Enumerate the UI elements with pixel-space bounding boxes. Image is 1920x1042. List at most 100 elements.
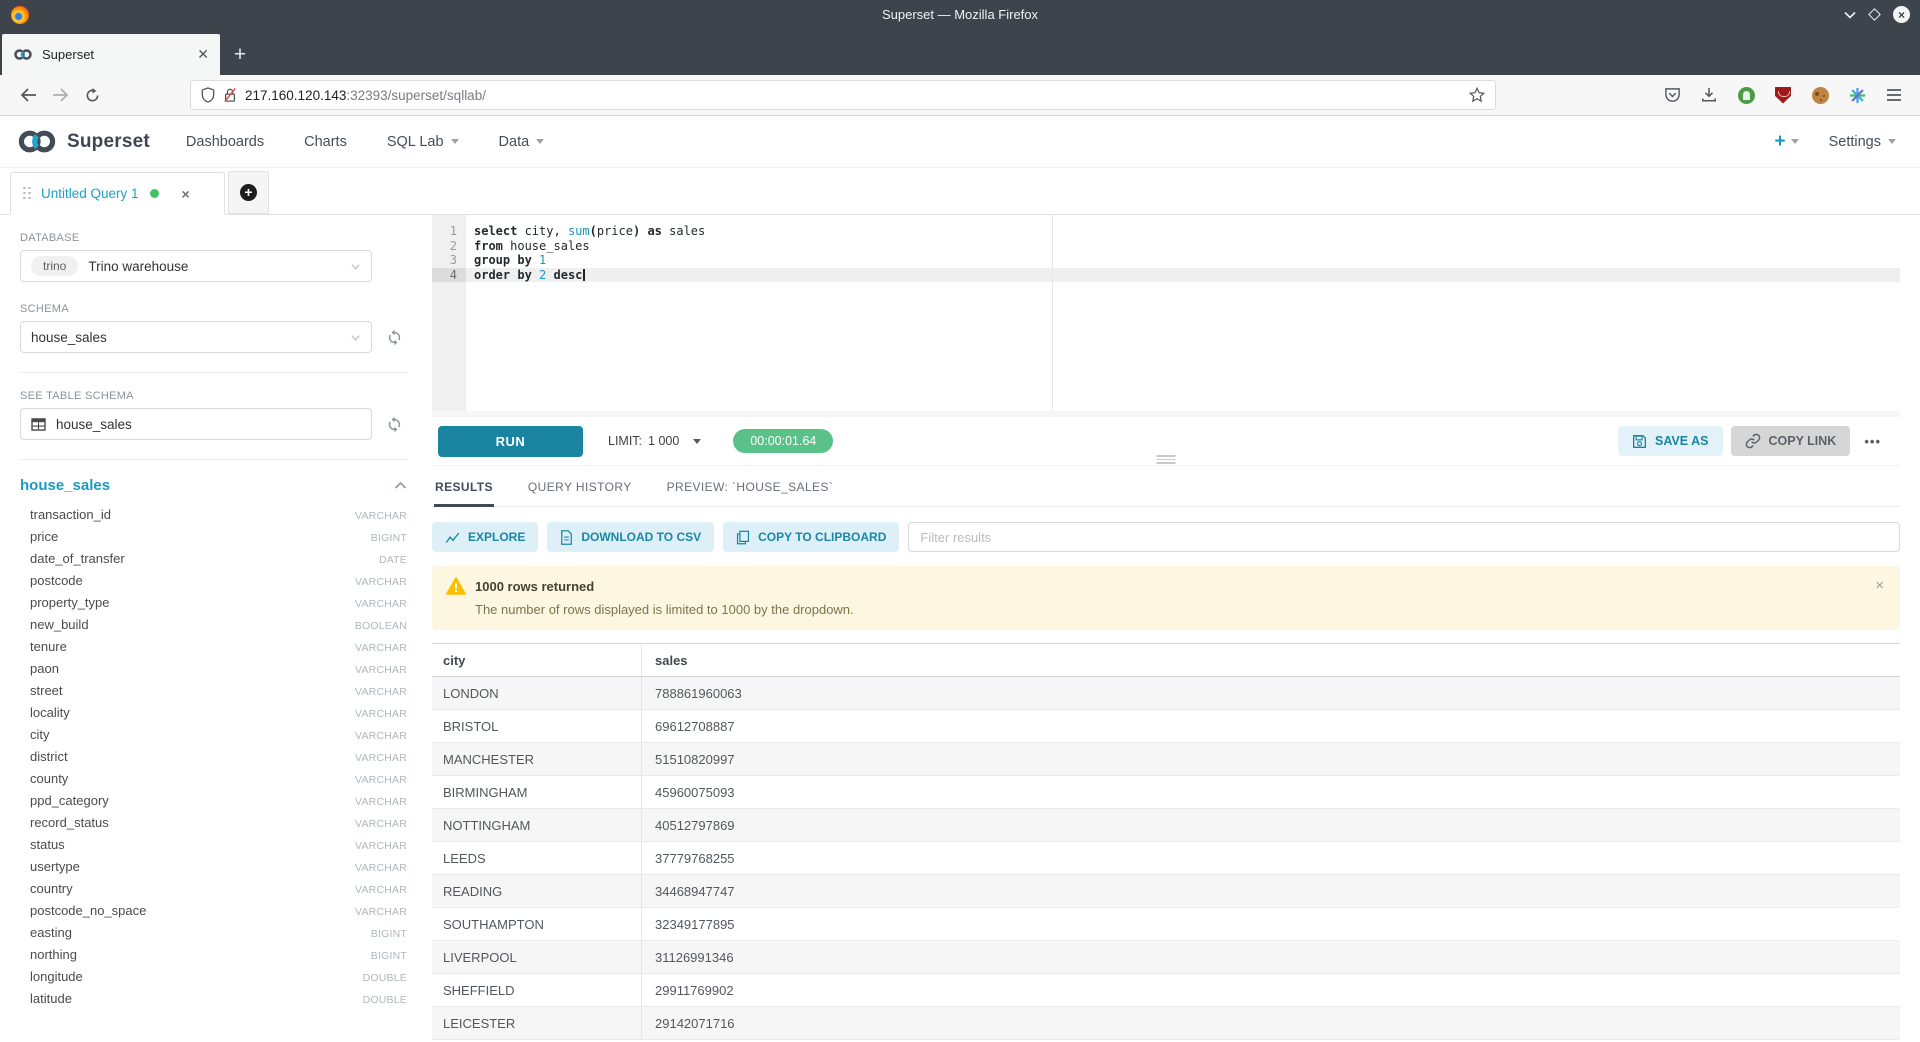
filter-results-input[interactable] <box>908 522 1900 552</box>
table-row[interactable]: READING34468947747 <box>432 875 1900 908</box>
column-type: VARCHAR <box>355 730 407 742</box>
table-row[interactable]: NOTTINGHAM40512797869 <box>432 809 1900 842</box>
column-type: VARCHAR <box>355 576 407 588</box>
downloads-icon[interactable] <box>1699 85 1719 105</box>
editor-code[interactable]: select city, sum(price) as salesfrom hou… <box>466 215 1900 411</box>
table-row[interactable]: SOUTHAMPTON32349177895 <box>432 908 1900 941</box>
nav-item-sql-lab[interactable]: SQL Lab <box>387 134 459 150</box>
table-row[interactable]: LEICESTER29142071716 <box>432 1007 1900 1040</box>
refresh-schema-icon[interactable] <box>386 329 403 346</box>
url-host: 217.160.120.143 <box>245 88 346 103</box>
pane-resize-grip[interactable] <box>1157 455 1176 466</box>
copy-clipboard-button[interactable]: COPY TO CLIPBOARD <box>723 522 899 552</box>
settings-menu[interactable]: Settings <box>1829 134 1896 150</box>
chart-icon <box>445 530 460 545</box>
schema-column-row: longitudeDOUBLE <box>20 969 407 991</box>
insecure-lock-icon[interactable] <box>223 87 237 103</box>
schema-column-row: countyVARCHAR <box>20 771 407 793</box>
nav-item-data[interactable]: Data <box>499 134 545 150</box>
explore-button[interactable]: EXPLORE <box>432 522 538 552</box>
schema-column-row: paonVARCHAR <box>20 661 407 683</box>
bookmark-star-icon[interactable] <box>1469 87 1485 103</box>
column-name: status <box>30 837 65 852</box>
reload-button[interactable] <box>76 88 108 103</box>
ghostery-icon[interactable] <box>1736 85 1756 105</box>
query-tabstrip: Untitled Query 1 × + <box>0 168 1920 215</box>
drag-handle-icon[interactable] <box>23 187 32 201</box>
copy-link-button[interactable]: COPY LINK <box>1731 426 1851 456</box>
sql-editor[interactable]: 1234 select city, sum(price) as salesfro… <box>432 215 1900 417</box>
column-name: transaction_id <box>30 507 111 522</box>
browser-new-tab-button[interactable]: + <box>220 34 260 75</box>
browser-tab[interactable]: Superset ✕ <box>2 34 220 75</box>
back-button[interactable] <box>12 88 44 102</box>
screen: Superset — Mozilla Firefox × Superset ✕ … <box>0 0 1920 1042</box>
database-label: DATABASE <box>20 232 407 244</box>
schema-select[interactable]: house_sales <box>20 321 372 353</box>
column-name: postcode <box>30 573 83 588</box>
table-row[interactable]: BRISTOL69612708887 <box>432 710 1900 743</box>
table-row[interactable]: LONDON788861960063 <box>432 677 1900 710</box>
results-tab-query-history[interactable]: QUERY HISTORY <box>527 480 633 506</box>
column-name: record_status <box>30 815 109 830</box>
table-schema-select[interactable]: house_sales <box>20 408 372 440</box>
menu-hamburger-icon[interactable] <box>1884 85 1904 105</box>
window-close-icon[interactable]: × <box>1893 6 1910 23</box>
results-controls: EXPLORE DOWNLOAD TO CSV <box>432 522 1900 552</box>
nav-menu: Dashboards Charts SQL Lab Data <box>186 134 544 150</box>
table-cell: 45960075093 <box>641 776 1900 808</box>
ublock-icon[interactable] <box>1773 85 1793 105</box>
forward-button[interactable] <box>44 88 76 102</box>
nav-item-label: SQL Lab <box>387 134 444 150</box>
alert-close-icon[interactable]: × <box>1875 577 1884 594</box>
query-timer-badge: 00:00:01.64 <box>733 429 833 453</box>
results-pane: RESULTS QUERY HISTORY PREVIEW: `HOUSE_SALE… <box>432 465 1900 1042</box>
table-row[interactable]: LIVERPOOL31126991346 <box>432 941 1900 974</box>
download-csv-button[interactable]: DOWNLOAD TO CSV <box>547 522 714 552</box>
results-tab-preview-house-sales[interactable]: PREVIEW: `HOUSE_SALES` <box>666 480 835 506</box>
window-restore-icon[interactable] <box>1868 8 1881 21</box>
new-query-tab-button[interactable]: + <box>228 171 269 214</box>
database-select-value: Trino warehouse <box>88 259 340 274</box>
schema-columns: transaction_idVARCHARpriceBIGINTdate_of_… <box>20 507 407 1013</box>
warning-icon <box>446 577 466 595</box>
schema-column-row: postcode_no_spaceVARCHAR <box>20 903 407 925</box>
table-name-heading[interactable]: house_sales <box>20 477 110 494</box>
column-name: postcode_no_space <box>30 903 146 918</box>
url-bar[interactable]: 217.160.120.143:32393/superset/sqllab/ <box>190 80 1496 110</box>
run-button[interactable]: RUN <box>438 426 583 457</box>
add-new-button[interactable]: + <box>1774 131 1798 153</box>
refresh-table-icon[interactable] <box>386 416 403 433</box>
browser-tab-close-icon[interactable]: ✕ <box>197 46 209 63</box>
browser-tab-title: Superset <box>42 47 188 62</box>
query-tab[interactable]: Untitled Query 1 × <box>10 172 225 215</box>
schema-column-row: streetVARCHAR <box>20 683 407 705</box>
cookie-extension-icon[interactable] <box>1810 85 1830 105</box>
pocket-icon[interactable] <box>1662 85 1682 105</box>
column-type: VARCHAR <box>355 774 407 786</box>
shield-icon[interactable] <box>201 87 215 103</box>
table-cell: 32349177895 <box>641 908 1900 940</box>
table-row[interactable]: BIRMINGHAM45960075093 <box>432 776 1900 809</box>
table-row[interactable]: SHEFFIELD29911769902 <box>432 974 1900 1007</box>
superset-brand[interactable]: Superset <box>16 128 150 155</box>
query-tab-close-icon[interactable]: × <box>182 186 190 202</box>
table-row[interactable]: MANCHESTER51510820997 <box>432 743 1900 776</box>
window-shade-icon[interactable] <box>1844 11 1856 19</box>
column-name: district <box>30 749 68 764</box>
nav-item-charts[interactable]: Charts <box>304 134 347 150</box>
results-tab-results[interactable]: RESULTS <box>434 480 494 507</box>
more-actions-button[interactable]: ••• <box>1858 434 1887 449</box>
alert-body: The number of rows displayed is limited … <box>475 602 1884 617</box>
collapse-chevron-up-icon[interactable] <box>394 481 407 490</box>
column-type: VARCHAR <box>355 840 407 852</box>
table-row[interactable]: LEEDS37779768255 <box>432 842 1900 875</box>
column-name: tenure <box>30 639 67 654</box>
container-pinwheel-icon[interactable] <box>1847 85 1867 105</box>
caret-down-icon <box>536 139 544 144</box>
table-cell: 788861960063 <box>641 677 1900 709</box>
limit-dropdown[interactable]: LIMIT: 1 000 <box>608 434 701 448</box>
save-as-button[interactable]: SAVE AS <box>1618 426 1723 456</box>
database-select[interactable]: trino Trino warehouse <box>20 250 372 282</box>
nav-item-dashboards[interactable]: Dashboards <box>186 134 264 150</box>
